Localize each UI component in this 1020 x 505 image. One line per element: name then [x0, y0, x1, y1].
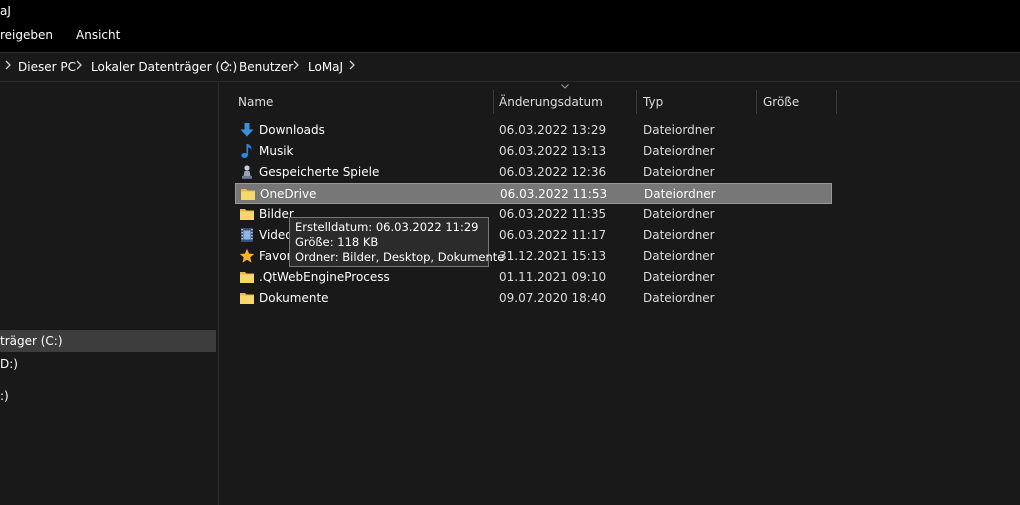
file-row-musik[interactable]: Musik 06.03.2022 13:13 Dateiordner — [235, 141, 832, 162]
file-name: Downloads — [259, 123, 325, 137]
chess-piece-icon — [242, 165, 252, 179]
file-type: Dateiordner — [643, 144, 715, 158]
tooltip-size: Größe: 118 KB — [295, 235, 379, 249]
file-type: Dateiordner — [643, 249, 715, 263]
folder-icon — [240, 209, 254, 220]
nav-item-label: träger (C:) — [0, 334, 63, 348]
nav-item-drive[interactable]: :) — [0, 385, 9, 407]
breadcrumb-benutzer[interactable]: Benutzer — [239, 60, 293, 74]
file-date: 06.03.2022 13:29 — [499, 123, 607, 137]
title-bar: aJ — [0, 0, 1020, 24]
folder-icon — [240, 293, 254, 304]
chevron-right-icon[interactable] — [223, 59, 231, 71]
film-icon — [241, 228, 253, 242]
file-type: Dateiordner — [643, 291, 715, 305]
file-date: 31.12.2021 15:13 — [499, 249, 607, 263]
file-type: Dateiordner — [643, 228, 715, 242]
file-date: 01.11.2021 09:10 — [499, 270, 607, 284]
file-row-downloads[interactable]: Downloads 06.03.2022 13:29 Dateiordner — [235, 120, 832, 141]
tab-ansicht[interactable]: Ansicht — [76, 28, 120, 42]
column-header-date[interactable]: Änderungsdatum — [499, 89, 603, 115]
chevron-right-icon — [5, 60, 11, 70]
column-header-name[interactable]: Name — [238, 89, 273, 115]
file-date: 09.07.2020 18:40 — [499, 291, 607, 305]
column-divider[interactable] — [636, 90, 637, 114]
file-row-onedrive[interactable]: OneDrive 06.03.2022 11:53 Dateiordner — [235, 183, 832, 204]
chevron-right-icon[interactable] — [292, 59, 300, 71]
file-type: Dateiordner — [643, 165, 715, 179]
breadcrumb-lomaj[interactable]: LoMaJ — [308, 60, 343, 74]
file-name: Dokumente — [259, 291, 329, 305]
file-row-qtwebengineprocess[interactable]: .QtWebEngineProcess 01.11.2021 09:10 Dat… — [235, 267, 832, 288]
file-date: 06.03.2022 11:35 — [499, 207, 607, 221]
folder-icon — [240, 272, 254, 283]
nav-item-label: D:) — [0, 357, 18, 371]
address-bar[interactable]: Dieser PC Lokaler Datenträger (C:) Benut… — [0, 53, 1020, 82]
file-name: OneDrive — [260, 187, 317, 201]
download-arrow-icon — [240, 123, 254, 137]
nav-item-label: :) — [0, 389, 9, 403]
file-type: Dateiordner — [644, 187, 716, 201]
nav-item-local-disk-c[interactable]: träger (C:) — [0, 330, 216, 352]
file-date: 06.03.2022 11:53 — [500, 187, 608, 201]
file-type: Dateiordner — [643, 270, 715, 284]
column-header-size[interactable]: Größe — [763, 89, 799, 115]
file-row-dokumente[interactable]: Dokumente 09.07.2020 18:40 Dateiordner — [235, 288, 832, 309]
file-type: Dateiordner — [643, 207, 715, 221]
file-name: .QtWebEngineProcess — [259, 270, 390, 284]
window-title: aJ — [0, 4, 11, 18]
file-row-gespeicherte-spiele[interactable]: Gespeicherte Spiele 06.03.2022 12:36 Dat… — [235, 162, 832, 183]
file-name: Gespeicherte Spiele — [259, 165, 380, 179]
file-date: 06.03.2022 12:36 — [499, 165, 607, 179]
tooltip-created: Erstelldatum: 06.03.2022 11:29 — [295, 220, 479, 234]
file-date: 06.03.2022 11:17 — [499, 228, 607, 242]
breadcrumb-lokaler-datentraeger[interactable]: Lokaler Datenträger (C:) — [91, 60, 237, 74]
tab-freigeben[interactable]: reigeben — [0, 28, 53, 42]
folder-icon — [241, 189, 255, 200]
tooltip: Erstelldatum: 06.03.2022 11:29 Größe: 11… — [289, 217, 505, 267]
column-header-type[interactable]: Typ — [643, 89, 663, 115]
breadcrumb-dieser-pc[interactable]: Dieser PC — [18, 60, 76, 74]
star-icon — [239, 248, 255, 263]
file-date: 06.03.2022 13:13 — [499, 144, 607, 158]
column-divider[interactable] — [756, 90, 757, 114]
column-divider[interactable] — [836, 90, 837, 114]
column-divider[interactable] — [493, 90, 494, 114]
file-type: Dateiordner — [643, 123, 715, 137]
chevron-right-icon[interactable] — [348, 59, 356, 71]
file-list: Name Änderungsdatum Typ Größe Downloads … — [219, 82, 1020, 505]
ribbon: reigeben Ansicht — [0, 24, 1020, 53]
file-name: Musik — [259, 144, 294, 158]
file-name: Video — [259, 228, 293, 242]
music-note-icon — [241, 144, 252, 158]
file-name: Favor — [259, 249, 292, 263]
nav-item-drive-d[interactable]: D:) — [0, 353, 18, 375]
chevron-right-icon[interactable] — [75, 59, 83, 71]
tooltip-folders: Ordner: Bilder, Desktop, Dokumente — [295, 250, 505, 264]
navigation-pane: träger (C:) D:) :) — [0, 82, 219, 505]
